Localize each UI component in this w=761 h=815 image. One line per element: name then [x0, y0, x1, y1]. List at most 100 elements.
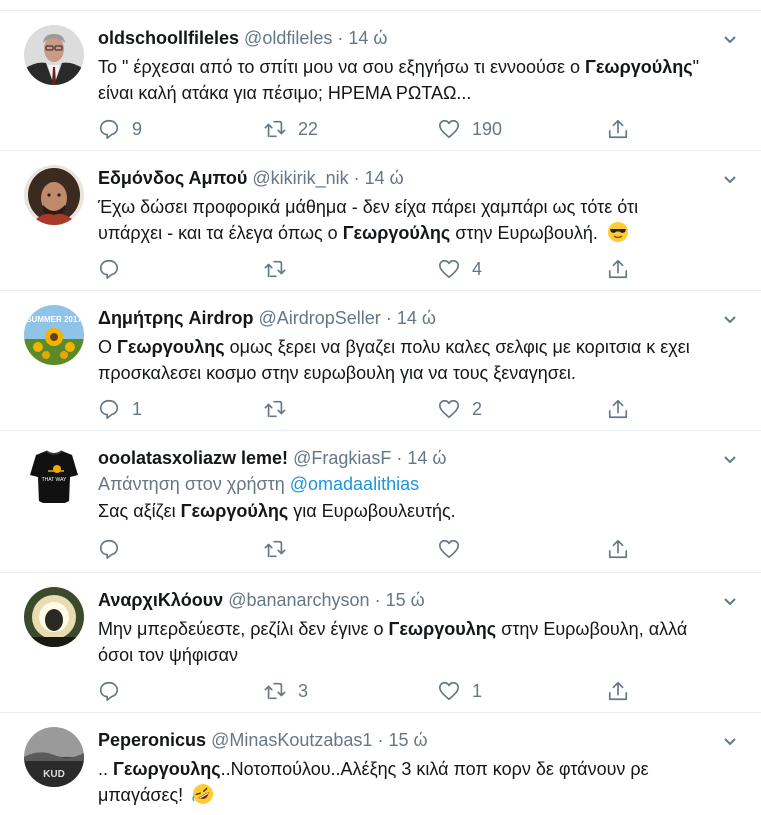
display-name[interactable]: ooolatasxoliazw leme!	[98, 448, 288, 468]
reply-button[interactable]: 9	[98, 115, 142, 143]
highlighted-keyword: Γεωργουλης	[117, 337, 225, 357]
tweet-text-part: υπάρχει - και τα έλεγα όπως ο	[98, 223, 343, 243]
tweet[interactable]: KUD Peperonicus @MinasKoutzabas1 · 15 ώ …	[0, 713, 761, 815]
reply-button[interactable]	[98, 535, 132, 563]
heart-icon	[439, 259, 459, 279]
tweet-actions: 4	[98, 255, 658, 283]
reply-icon	[99, 399, 119, 419]
like-count: 2	[472, 398, 483, 419]
tweet-text: Μην μπερδεύεστε, ρεζίλι δεν έγινε ο Γεωρ…	[98, 616, 745, 668]
timestamp[interactable]: 15 ώ	[386, 590, 425, 610]
tweet-text-part: Σας αξίζει	[98, 501, 181, 521]
like-button[interactable]: 190	[438, 115, 502, 143]
tweet-text: .. Γεωργουλης..Νοτοπούλου..Αλέξης 3 κιλά…	[98, 756, 745, 812]
avatar[interactable]	[24, 587, 84, 647]
display-name[interactable]: Δημήτρης Airdrop	[98, 308, 253, 328]
separator-dot: ·	[396, 448, 403, 468]
separator-dot: ·	[374, 590, 381, 610]
sunglasses-emoji-icon	[607, 221, 629, 250]
chevron-down-icon[interactable]	[723, 173, 737, 187]
tweet-actions	[98, 535, 658, 563]
user-handle[interactable]: @MinasKoutzabas1	[211, 730, 372, 750]
separator-dot: ·	[353, 168, 360, 188]
tweet-text-line: προσκαλεσει κοσμο στην ευρωβουλη για να …	[98, 363, 576, 383]
tweet-text-part: Μην μπερδεύεστε, ρεζίλι δεν έγινε ο	[98, 619, 389, 639]
timestamp[interactable]: 14 ώ	[407, 448, 446, 468]
display-name[interactable]: Peperonicus	[98, 730, 206, 750]
display-name[interactable]: ΑναρχιΚλόουν	[98, 590, 223, 610]
reply-prefix: Απάντηση στον χρήστη	[98, 474, 285, 494]
retweet-button[interactable]	[264, 535, 298, 563]
like-button[interactable]: 2	[438, 395, 482, 423]
tweet-text-part: ..	[98, 759, 114, 779]
timestamp[interactable]: 15 ώ	[388, 730, 427, 750]
user-handle[interactable]: @FragkiasF	[293, 448, 391, 468]
like-button[interactable]	[438, 535, 472, 563]
avatar[interactable]	[24, 165, 84, 225]
reply-icon	[99, 539, 119, 559]
tweet[interactable]: THAT WAY ooolatasxoliazw leme! @Fragkias…	[0, 431, 761, 573]
tweet-text-part: στην Ευρωβουλή.	[450, 223, 598, 243]
share-button[interactable]	[607, 395, 641, 423]
timestamp[interactable]: 14 ώ	[365, 168, 404, 188]
tweet[interactable]: oldschoollfileles @oldfileles · 14 ώ Το …	[0, 11, 761, 151]
avatar[interactable]: KUD	[24, 727, 84, 787]
reply-count: 9	[132, 118, 143, 139]
share-button[interactable]	[607, 115, 641, 143]
tweet-text: Σας αξίζει Γεωργούλης για Ευρωβουλευτής.	[98, 498, 745, 524]
like-count: 190	[472, 118, 503, 139]
chevron-down-icon[interactable]	[723, 735, 737, 749]
user-handle[interactable]: @kikirik_nik	[252, 168, 348, 188]
share-button[interactable]	[607, 677, 641, 705]
user-handle[interactable]: @AirdropSeller	[258, 308, 380, 328]
highlighted-keyword: Γεωργούλης	[342, 223, 451, 243]
tweet[interactable]: ΑναρχιΚλόουν @bananarchyson · 15 ώ Μην μ…	[0, 573, 761, 713]
timestamp[interactable]: 14 ώ	[397, 308, 436, 328]
tweet-header: oldschoollfileles @oldfileles · 14 ώ	[98, 11, 745, 50]
chevron-down-icon[interactable]	[723, 33, 737, 47]
like-count: 1	[472, 680, 483, 701]
highlighted-keyword: Γεωργούλης	[180, 501, 289, 521]
chevron-down-icon[interactable]	[723, 313, 737, 327]
retweet-count: 22	[298, 118, 319, 139]
display-name[interactable]: Εδμόνδος Αμπού	[98, 168, 247, 188]
share-button[interactable]	[607, 255, 641, 283]
chevron-down-icon[interactable]	[723, 595, 737, 609]
retweet-button[interactable]	[264, 255, 298, 283]
reply-handle-link[interactable]: @omadaalithias	[290, 474, 419, 494]
reply-icon	[99, 259, 119, 279]
heart-icon	[439, 119, 459, 139]
retweet-icon	[264, 540, 286, 558]
avatar[interactable]: SUMMER 2017	[24, 305, 84, 365]
tweet-header: Εδμόνδος Αμπού @kikirik_nik · 14 ώ	[98, 151, 745, 190]
user-handle[interactable]: @oldfileles	[244, 28, 332, 48]
like-button[interactable]: 1	[438, 677, 482, 705]
retweet-button[interactable]: 22	[264, 115, 318, 143]
share-icon	[608, 259, 628, 279]
share-icon	[608, 681, 628, 701]
tweet[interactable]: SUMMER 2017 Δημήτρης Airdrop @AirdropSel…	[0, 291, 761, 431]
reply-button[interactable]	[98, 255, 132, 283]
tweet[interactable]: Εδμόνδος Αμπού @kikirik_nik · 14 ώ Έχω δ…	[0, 151, 761, 291]
retweet-button[interactable]	[264, 395, 298, 423]
tweet-actions: 1 2	[98, 395, 658, 423]
avatar-caption: THAT WAY	[42, 477, 67, 483]
highlighted-keyword: Γεωργούλης	[585, 57, 693, 77]
like-button[interactable]: 4	[438, 255, 482, 283]
tweet-actions: 3 1	[98, 677, 658, 705]
user-handle[interactable]: @bananarchyson	[228, 590, 369, 610]
tweet-actions: 9 22 190	[98, 115, 658, 143]
chevron-down-icon[interactable]	[723, 453, 737, 467]
reply-button[interactable]	[98, 677, 132, 705]
avatar[interactable]	[24, 25, 84, 85]
reply-button[interactable]: 1	[98, 395, 142, 423]
share-icon	[608, 119, 628, 139]
highlighted-keyword: Γεωργουλης	[113, 759, 221, 779]
avatar[interactable]: THAT WAY	[24, 445, 84, 505]
retweet-button[interactable]: 3	[264, 677, 308, 705]
display-name[interactable]: oldschoollfileles	[98, 28, 239, 48]
tweet-header: ooolatasxoliazw leme! @FragkiasF · 14 ώ	[98, 431, 745, 470]
share-button[interactable]	[607, 535, 641, 563]
timestamp[interactable]: 14 ώ	[348, 28, 387, 48]
heart-icon	[439, 399, 459, 419]
